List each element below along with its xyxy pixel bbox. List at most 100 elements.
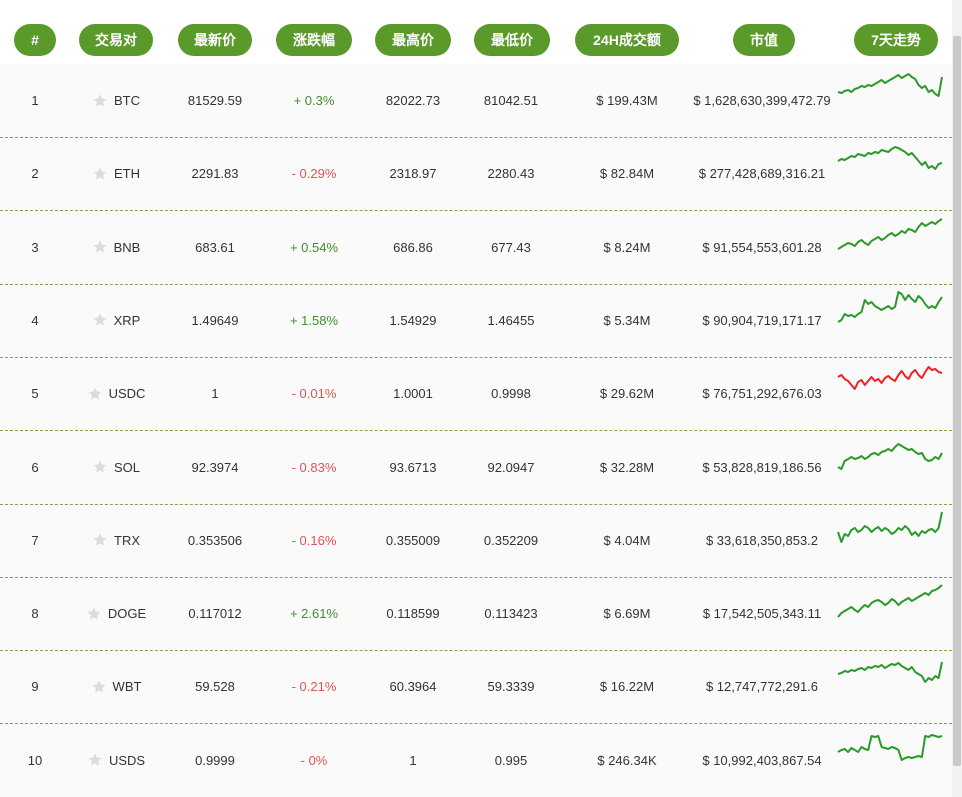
- volume-cell: $ 82.84M: [599, 166, 655, 182]
- favorite-star-icon[interactable]: [91, 679, 107, 695]
- high-cell: 1: [409, 752, 417, 768]
- rank-cell: 5: [31, 386, 39, 402]
- price-cell: 0.9999: [195, 752, 235, 768]
- low-cell: 0.995: [494, 752, 528, 768]
- pair-cell: BNB: [70, 211, 162, 284]
- favorite-star-icon[interactable]: [92, 93, 108, 109]
- favorite-star-icon[interactable]: [87, 386, 103, 402]
- header-low[interactable]: 最低价: [474, 24, 550, 56]
- low-cell: 92.0947: [487, 459, 535, 475]
- header-pair[interactable]: 交易对: [79, 24, 153, 56]
- pair-wrap: USDS: [70, 724, 162, 797]
- low-cell: 81042.51: [483, 93, 539, 108]
- pair-symbol[interactable]: SOL: [114, 431, 140, 504]
- rank-cell: 8: [31, 606, 39, 622]
- pair-cell: TRX: [70, 504, 162, 577]
- header-change[interactable]: 涨跌幅: [276, 24, 352, 56]
- table-row[interactable]: 4 XRP 1.49649 + 1.58% 1.54929 1.46455 $ 5.34M $…: [0, 284, 952, 358]
- change-cell: - 0.83%: [291, 459, 337, 475]
- sparkline-path: [837, 366, 943, 391]
- sparkline-path: [837, 442, 943, 470]
- volume-cell: $ 8.24M: [603, 239, 651, 255]
- table-row[interactable]: 5 USDC 1 - 0.01% 1.0001 0.9998 $ 29.62M $ 76,75…: [0, 357, 952, 432]
- table-row[interactable]: 3 BNB 683.61 + 0.54% 686.86 677.43 $ 8.24M $ 91…: [0, 211, 952, 285]
- pair-symbol[interactable]: WBT: [113, 650, 142, 723]
- volume-cell: $ 16.22M: [599, 679, 655, 695]
- high-cell: 0.355009: [385, 532, 441, 548]
- favorite-star-icon[interactable]: [92, 312, 108, 328]
- scrollbar-thumb[interactable]: [953, 36, 961, 766]
- table-row[interactable]: 8 DOGE 0.117012 + 2.61% 0.118599 0.113423 $ 6.…: [0, 577, 952, 652]
- header-market-cap[interactable]: 市值: [733, 24, 795, 56]
- market-cap-cell: $ 10,992,403,867.54: [702, 752, 822, 768]
- change-cell: - 0.21%: [291, 679, 337, 695]
- header-high[interactable]: 最高价: [375, 24, 451, 56]
- pair-wrap: BTC: [70, 64, 162, 137]
- trend-sparkline: [837, 662, 943, 684]
- trend-sparkline: [837, 366, 943, 391]
- header-price[interactable]: 最新价: [178, 24, 252, 56]
- trend-sparkline: [837, 733, 943, 761]
- header-rank[interactable]: #: [14, 24, 56, 56]
- volume-cell: $ 4.04M: [603, 532, 651, 548]
- table-row[interactable]: 6 SOL 92.3974 - 0.83% 93.6713 92.0947 $ 32.28M…: [0, 431, 952, 505]
- price-cell: 0.117012: [188, 606, 242, 622]
- sparkline-path: [837, 217, 943, 250]
- volume-cell: $ 32.28M: [599, 459, 655, 475]
- market-cap-cell: $ 17,542,505,343.11: [702, 606, 822, 622]
- pair-symbol[interactable]: USDC: [109, 357, 146, 430]
- favorite-star-icon[interactable]: [87, 752, 103, 768]
- high-cell: 0.118599: [386, 606, 440, 622]
- favorite-star-icon[interactable]: [92, 459, 108, 475]
- low-cell: 2280.43: [487, 166, 535, 182]
- table-row[interactable]: 7 TRX 0.353506 - 0.16% 0.355009 0.352209 $ 4.0…: [0, 504, 952, 578]
- volume-cell: $ 199.43M: [596, 93, 658, 108]
- high-cell: 93.6713: [389, 459, 437, 475]
- pair-symbol[interactable]: TRX: [114, 504, 140, 577]
- pair-cell: USDS: [70, 724, 162, 797]
- pair-symbol[interactable]: ETH: [114, 137, 140, 210]
- volume-cell: $ 29.62M: [599, 386, 655, 402]
- favorite-star-icon[interactable]: [92, 532, 108, 548]
- change-cell: + 0.54%: [289, 239, 339, 255]
- sparkline-path: [837, 146, 943, 171]
- table-row[interactable]: 10 USDS 0.9999 - 0% 1 0.995 $ 246.34K $ 10,992,…: [0, 724, 952, 797]
- table-row[interactable]: 2 ETH 2291.83 - 0.29% 2318.97 2280.43 $ 82.84M…: [0, 137, 952, 212]
- change-cell: - 0%: [300, 752, 328, 768]
- low-cell: 59.3339: [487, 679, 535, 695]
- price-cell: 81529.59: [187, 93, 243, 108]
- favorite-star-icon[interactable]: [92, 166, 108, 182]
- header-volume[interactable]: 24H成交额: [575, 24, 679, 56]
- pair-cell: USDC: [70, 357, 162, 430]
- sparkline-path: [837, 290, 943, 323]
- market-cap-cell: $ 277,428,689,316.21: [698, 166, 826, 182]
- pair-symbol[interactable]: DOGE: [108, 577, 146, 650]
- table-row[interactable]: 9 WBT 59.528 - 0.21% 60.3964 59.3339 $ 16.22M $…: [0, 650, 952, 725]
- pair-symbol[interactable]: XRP: [114, 284, 141, 357]
- change-cell: + 1.58%: [289, 312, 339, 328]
- favorite-star-icon[interactable]: [86, 606, 102, 622]
- trend-sparkline: [837, 217, 943, 250]
- pair-symbol[interactable]: BTC: [114, 64, 140, 137]
- table-header: # 交易对 最新价 涨跌幅 最高价 最低价 24H成交额 市值 7天走势: [0, 0, 952, 64]
- sparkline-path: [837, 662, 943, 684]
- high-cell: 1.0001: [393, 386, 433, 402]
- pair-symbol[interactable]: USDS: [109, 724, 145, 797]
- table-row[interactable]: 1 BTC 81529.59 + 0.3% 82022.73 81042.51 $ 199.…: [0, 64, 952, 138]
- low-cell: 0.113423: [484, 606, 538, 622]
- volume-cell: $ 6.69M: [603, 606, 651, 622]
- pair-cell: DOGE: [70, 577, 162, 650]
- header-trend[interactable]: 7天走势: [854, 24, 938, 56]
- pair-cell: XRP: [70, 284, 162, 357]
- favorite-star-icon[interactable]: [92, 239, 108, 255]
- pair-cell: WBT: [70, 650, 162, 723]
- market-cap-cell: $ 91,554,553,601.28: [702, 239, 822, 255]
- market-table: # 交易对 最新价 涨跌幅 最高价 最低价 24H成交额 市值 7天走势 1 BT…: [0, 0, 952, 797]
- rank-cell: 9: [31, 679, 39, 695]
- price-cell: 92.3974: [191, 459, 239, 475]
- market-cap-cell: $ 90,904,719,171.17: [702, 312, 822, 328]
- high-cell: 60.3964: [389, 679, 437, 695]
- sparkline-path: [837, 511, 943, 543]
- pair-symbol[interactable]: BNB: [114, 211, 141, 284]
- price-cell: 59.528: [195, 679, 235, 695]
